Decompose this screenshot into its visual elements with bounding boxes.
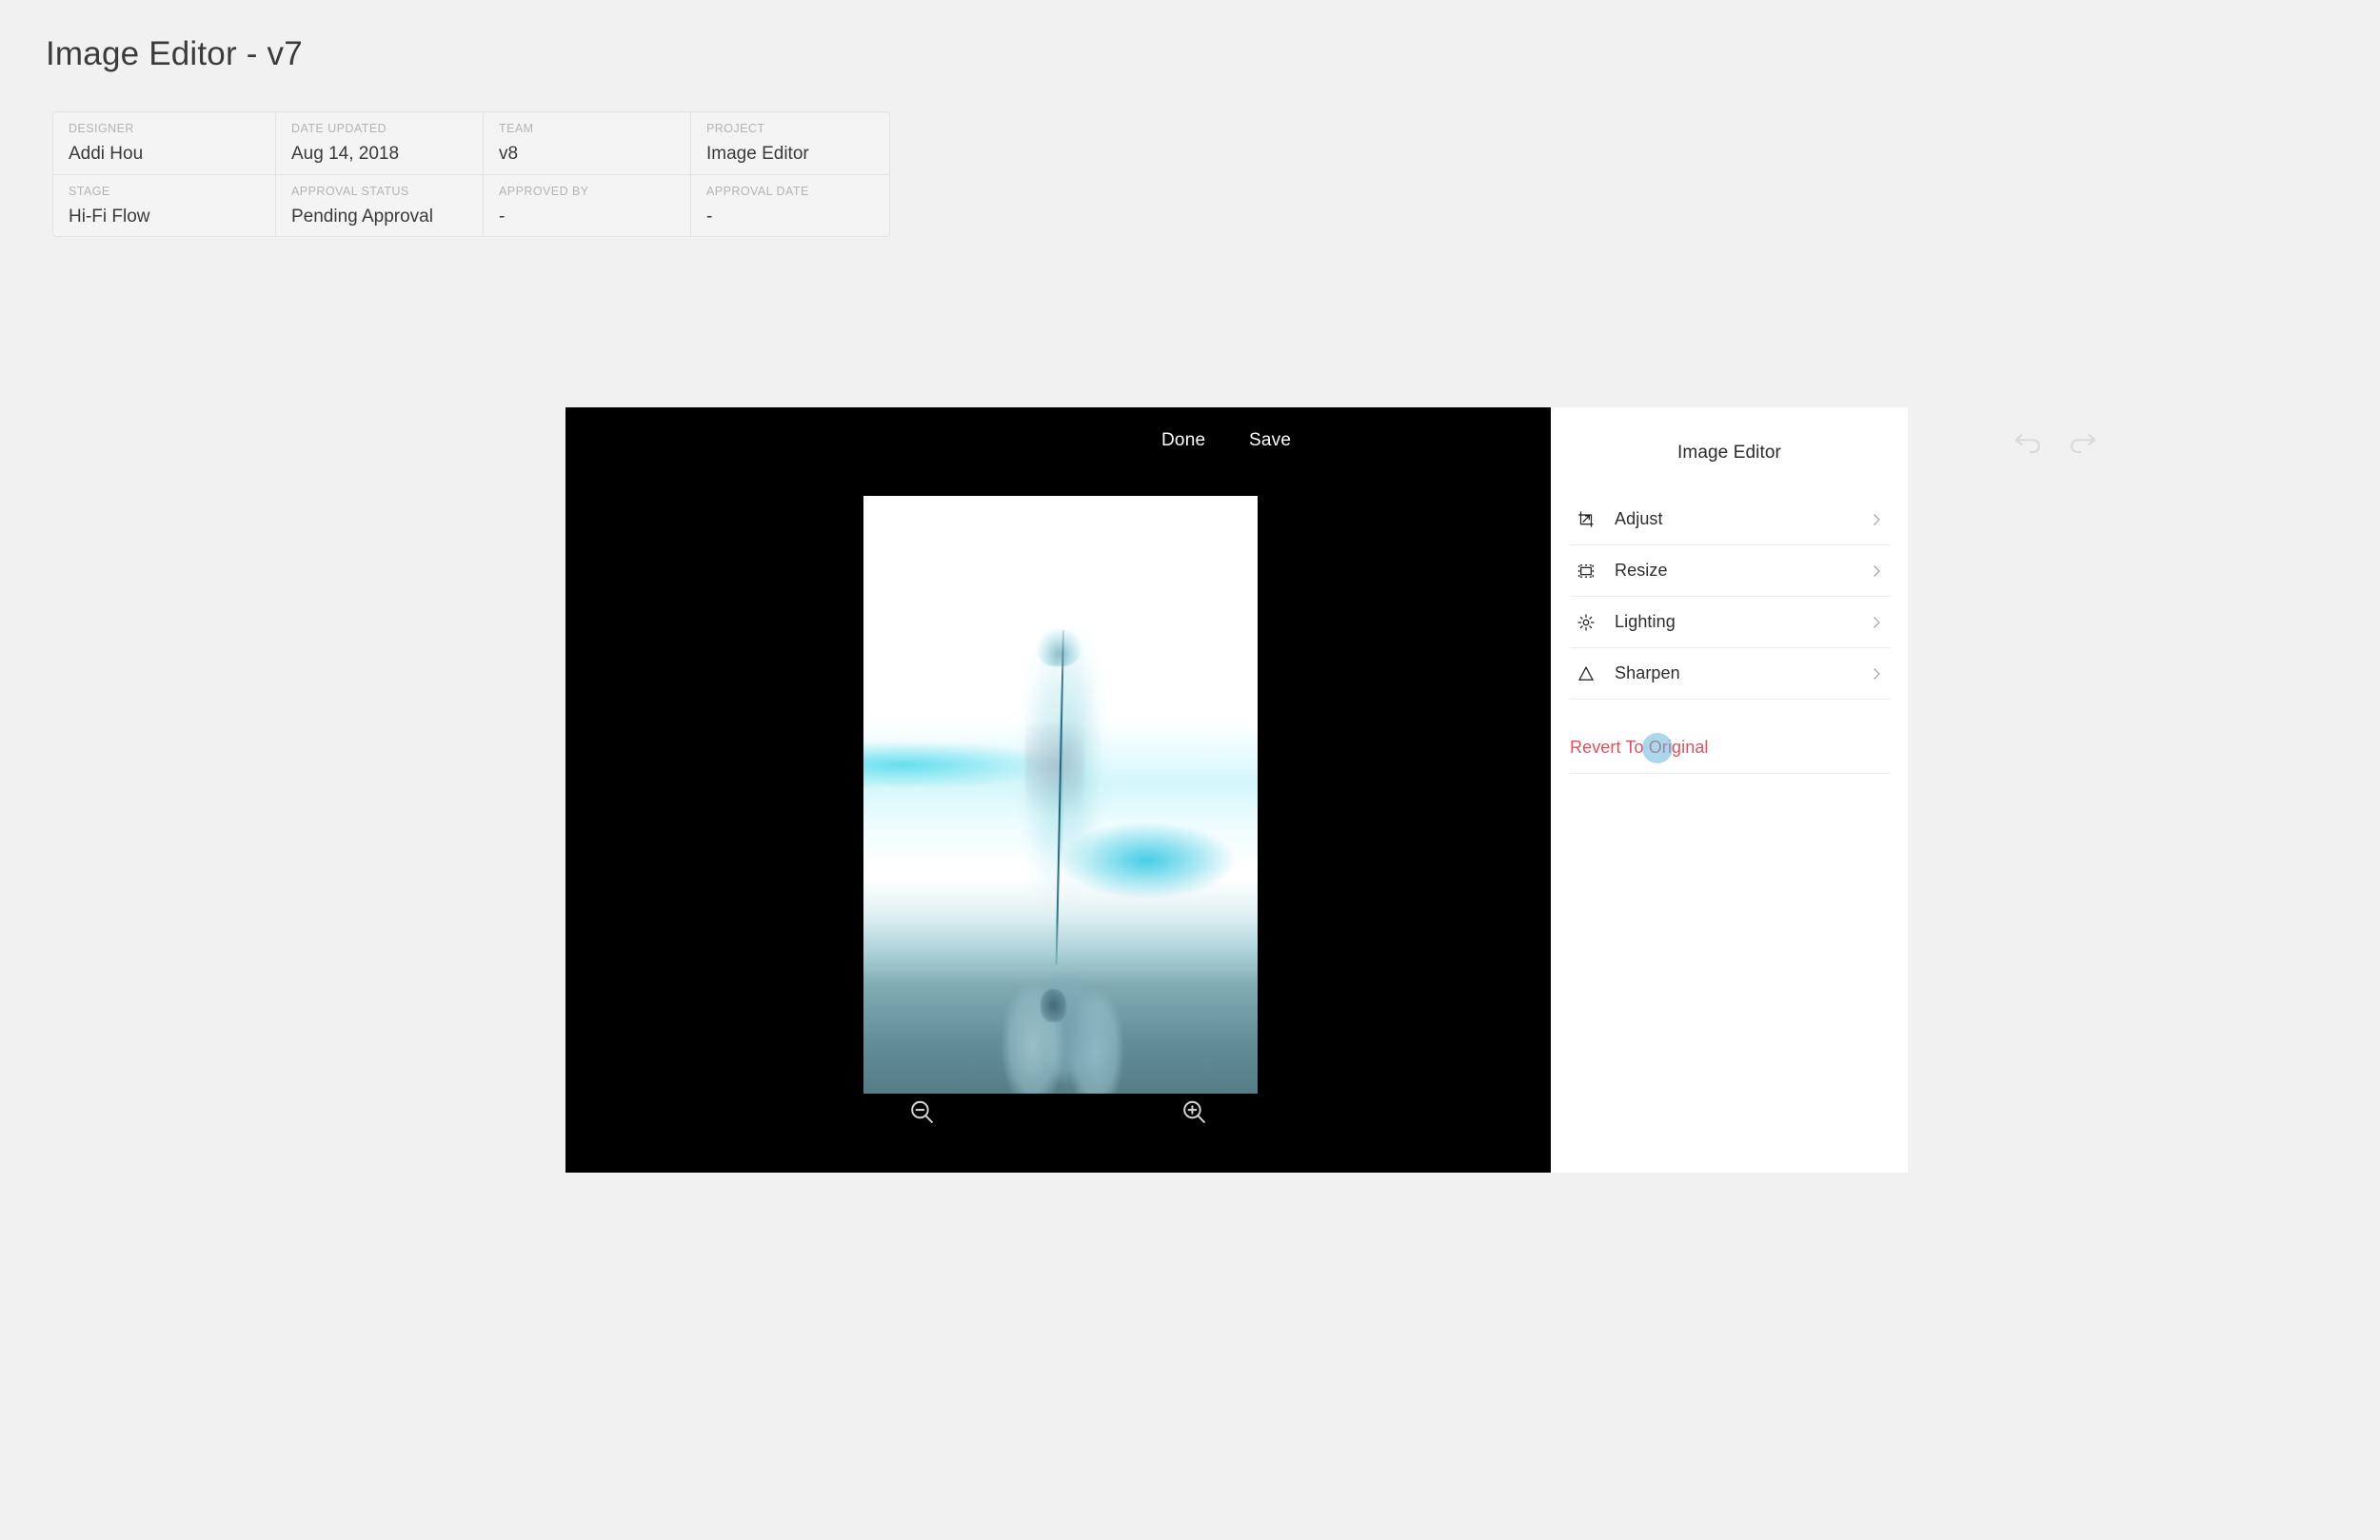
menu-item-lighting[interactable]: Lighting xyxy=(1570,597,1891,648)
editor-side-panel: Image Editor Adjust Resize Lighting Shar… xyxy=(1551,407,1908,1173)
panel-menu-list: Adjust Resize Lighting Sharpen xyxy=(1570,494,1891,700)
metadata-card: DESIGNER Addi Hou DATE UPDATED Aug 14, 2… xyxy=(52,111,890,237)
zoom-out-icon[interactable] xyxy=(902,1092,943,1134)
metadata-label: APPROVAL STATUS xyxy=(291,185,409,198)
page-title: Image Editor - v7 xyxy=(46,35,303,72)
menu-item-label: Adjust xyxy=(1615,509,1663,528)
metadata-cell-stage: STAGE Hi-Fi Flow xyxy=(53,174,275,236)
chevron-right-icon xyxy=(1868,614,1885,631)
metadata-cell-team: TEAM v8 xyxy=(483,112,690,174)
metadata-cell-approved-by: APPROVED BY - xyxy=(483,174,690,236)
metadata-label: PROJECT xyxy=(706,122,765,135)
panel-title: Image Editor xyxy=(1677,443,1781,463)
revert-to-original-button[interactable]: Revert To Original xyxy=(1570,722,1891,774)
sun-icon xyxy=(1572,608,1600,637)
metadata-label: TEAM xyxy=(499,122,534,135)
menu-item-label: Resize xyxy=(1615,561,1668,580)
fingernail xyxy=(1041,989,1067,1022)
metadata-value: Image Editor xyxy=(706,143,809,164)
metadata-value: - xyxy=(706,206,713,227)
save-button[interactable]: Save xyxy=(1249,430,1291,451)
resize-icon xyxy=(1572,557,1600,585)
metadata-row: STAGE Hi-Fi Flow APPROVAL STATUS Pending… xyxy=(53,174,889,236)
metadata-label: DESIGNER xyxy=(69,122,134,135)
metadata-value: Aug 14, 2018 xyxy=(291,143,400,164)
feather-speckle xyxy=(1024,722,1084,825)
metadata-cell-approval-status: APPROVAL STATUS Pending Approval xyxy=(275,174,483,236)
metadata-label: APPROVAL DATE xyxy=(706,185,809,198)
metadata-cell-date-updated: DATE UPDATED Aug 14, 2018 xyxy=(275,112,483,174)
metadata-value: - xyxy=(499,206,506,227)
editor-toolbar: Done Save xyxy=(565,407,2096,474)
metadata-cell-approval-date: APPROVAL DATE - xyxy=(690,174,889,236)
metadata-cell-designer: DESIGNER Addi Hou xyxy=(53,112,275,174)
menu-item-sharpen[interactable]: Sharpen xyxy=(1570,648,1891,700)
chevron-right-icon xyxy=(1868,665,1885,682)
metadata-label: APPROVED BY xyxy=(499,185,589,198)
menu-item-resize[interactable]: Resize xyxy=(1570,545,1891,597)
metadata-label: STAGE xyxy=(69,185,110,198)
metadata-cell-project: PROJECT Image Editor xyxy=(690,112,889,174)
editor-canvas: Done Save xyxy=(565,407,2096,1173)
crop-adjust-icon xyxy=(1572,505,1600,534)
image-editor-window: Done Save Image Editor Adjust Resize Lig… xyxy=(565,407,2096,1173)
menu-item-label: Sharpen xyxy=(1615,663,1680,682)
chevron-right-icon xyxy=(1868,563,1885,580)
photo-image xyxy=(863,496,1258,1094)
redo-icon[interactable] xyxy=(2060,421,2102,463)
metadata-value: v8 xyxy=(499,143,519,164)
menu-item-label: Lighting xyxy=(1615,612,1676,631)
metadata-value: Hi-Fi Flow xyxy=(69,206,150,227)
revert-to-original-label: Revert To Original xyxy=(1570,738,1709,757)
metadata-row: DESIGNER Addi Hou DATE UPDATED Aug 14, 2… xyxy=(53,112,889,174)
feather-tip xyxy=(1035,612,1082,666)
triangle-icon xyxy=(1572,660,1600,688)
metadata-value: Pending Approval xyxy=(291,206,433,227)
menu-item-adjust[interactable]: Adjust xyxy=(1570,494,1891,545)
zoom-in-icon[interactable] xyxy=(1174,1092,1216,1134)
metadata-label: DATE UPDATED xyxy=(291,122,387,135)
metadata-value: Addi Hou xyxy=(69,143,144,164)
undo-icon[interactable] xyxy=(2009,421,2051,463)
photo-preview[interactable] xyxy=(863,496,1258,1094)
chevron-right-icon xyxy=(1868,511,1885,528)
done-button[interactable]: Done xyxy=(1161,430,1205,451)
